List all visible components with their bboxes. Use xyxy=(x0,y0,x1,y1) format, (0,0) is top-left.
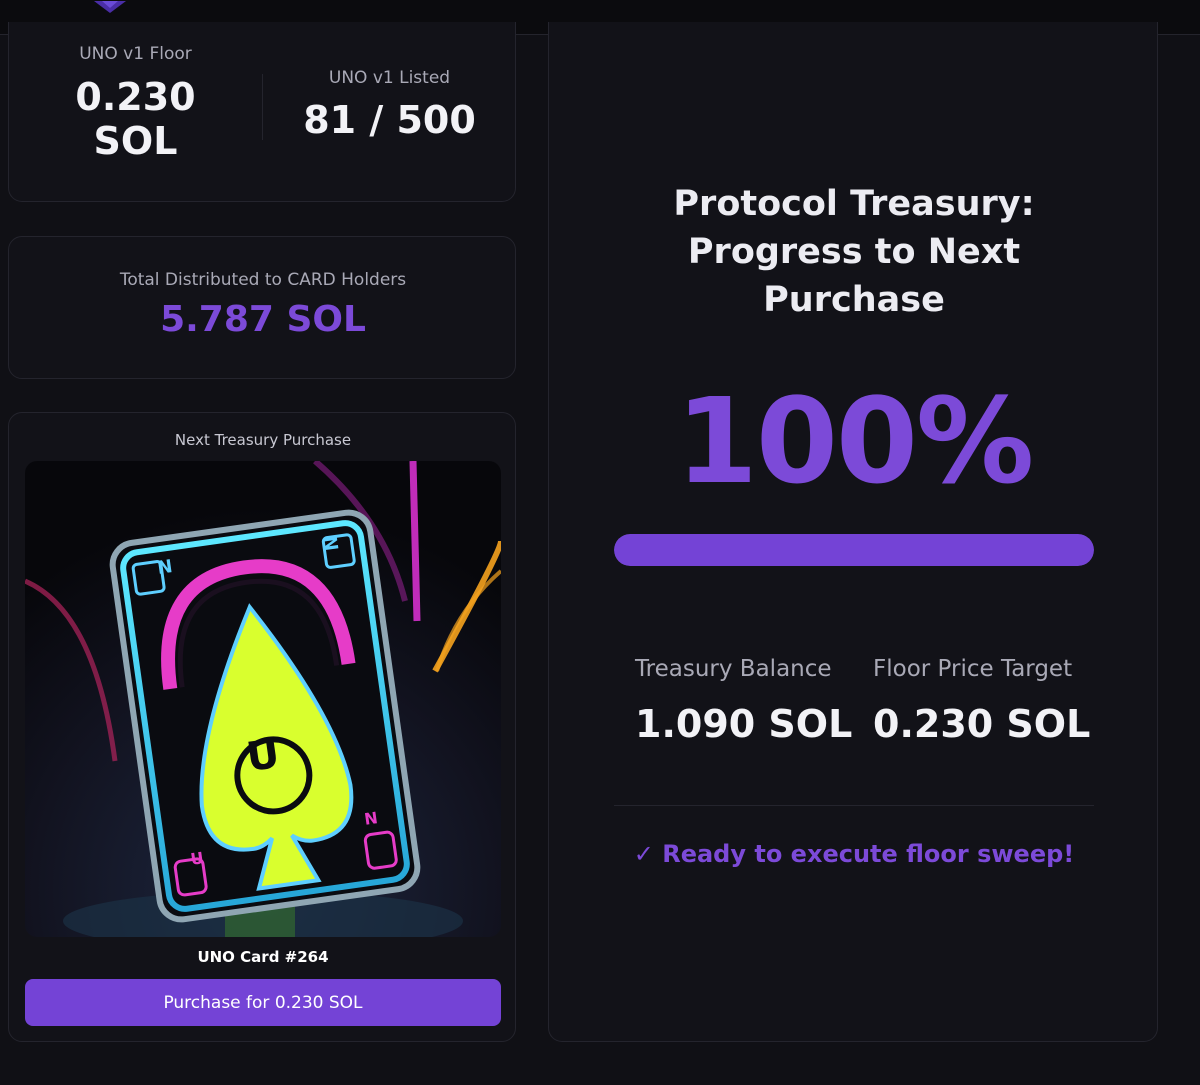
listed-label: UNO v1 Listed xyxy=(328,68,451,88)
logo[interactable] xyxy=(88,0,132,14)
treasury-balance-value: 1.090 SOL xyxy=(635,702,853,746)
card-name: UNO Card #264 xyxy=(197,948,329,966)
floor-value: 0.230 SOL xyxy=(75,75,196,163)
card-letter-n-top-left: N xyxy=(156,556,174,579)
card-letter-n-top-right: N xyxy=(318,534,342,553)
distribution-value: 5.787 SOL xyxy=(160,299,366,340)
purchase-button[interactable]: Purchase for 0.230 SOL xyxy=(25,979,501,1026)
next-purchase-panel: Next Treasury Purchase U N N U N UNO Car… xyxy=(8,412,516,1042)
next-purchase-title: Next Treasury Purchase xyxy=(174,431,352,449)
card-letter-u-bottom-left: U xyxy=(189,848,205,869)
distribution-panel: Total Distributed to CARD Holders 5.787 … xyxy=(8,236,516,379)
collection-stats-panel: UNO v1 Floor 0.230 SOL UNO v1 Listed 81 … xyxy=(8,22,516,202)
card-letter-n-bottom-right: N xyxy=(363,808,379,829)
progress-percent: 100% xyxy=(675,372,1035,510)
floor-target-value: 0.230 SOL xyxy=(873,702,1091,746)
treasury-balance-label: Treasury Balance xyxy=(635,656,832,682)
floor-target-label: Floor Price Target xyxy=(873,656,1073,682)
treasury-title: Protocol Treasury: Progress to Next Purc… xyxy=(673,184,1035,320)
distribution-label: Total Distributed to CARD Holders xyxy=(119,270,407,290)
treasury-panel: Protocol Treasury: Progress to Next Purc… xyxy=(548,22,1158,1042)
progress-bar-fill xyxy=(614,534,1094,566)
card-image[interactable]: U N N U N xyxy=(25,461,501,937)
listed-value: 81 / 500 xyxy=(303,98,476,142)
treasury-divider xyxy=(614,805,1094,806)
floor-label: UNO v1 Floor xyxy=(79,44,192,64)
ready-status: ✓ Ready to execute floor sweep! xyxy=(633,840,1075,868)
progress-bar xyxy=(614,534,1094,566)
card-letter-u: U xyxy=(243,730,283,782)
